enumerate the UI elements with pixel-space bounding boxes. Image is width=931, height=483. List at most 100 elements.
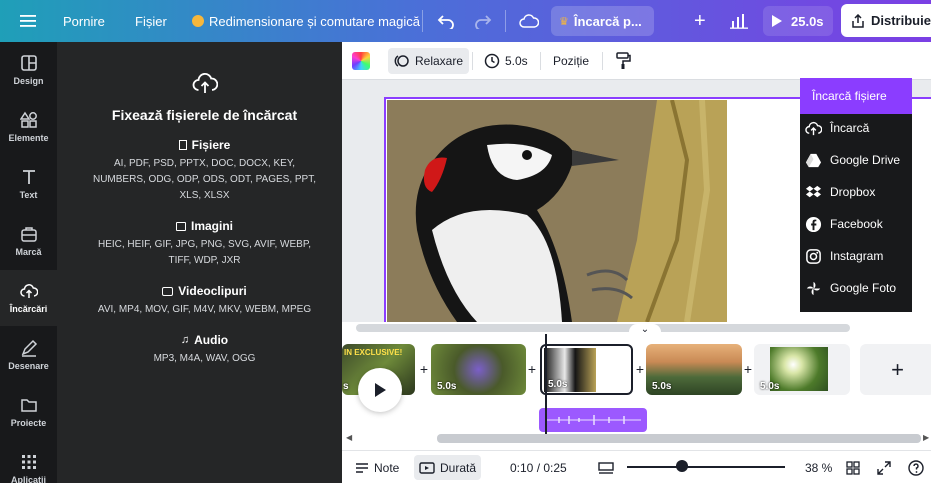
total-duration: 25.0s: [791, 13, 824, 29]
woodpecker-photo[interactable]: [387, 100, 727, 322]
design-title: Încarcă p...: [573, 13, 642, 29]
clip-duration: 5.0s: [437, 381, 457, 392]
notes-button[interactable]: Note: [350, 455, 404, 480]
timeline-scrollbar[interactable]: [437, 434, 921, 443]
undo-icon[interactable]: [437, 0, 455, 42]
duration-toggle-button[interactable]: Durată: [414, 455, 482, 480]
insert-clip-icon[interactable]: +: [416, 361, 432, 377]
divider: [602, 52, 603, 70]
video-icon: [162, 286, 174, 296]
file-menu-button[interactable]: Fișier: [135, 0, 167, 42]
draw-icon: [21, 339, 37, 357]
insights-icon[interactable]: [730, 0, 748, 42]
audio-track[interactable]: [539, 408, 647, 432]
menu-item-label: Dropbox: [830, 185, 876, 199]
play-icon: [772, 15, 782, 27]
fullscreen-icon[interactable]: [872, 455, 896, 480]
menu-item-label: Instagram: [830, 249, 884, 263]
paint-roller-icon[interactable]: [609, 48, 637, 74]
insert-clip-icon[interactable]: +: [524, 361, 540, 377]
grid-view-icon[interactable]: [841, 455, 865, 480]
add-icon[interactable]: +: [694, 0, 706, 42]
animation-icon: [394, 55, 409, 67]
menu-item-label: Încarcă: [830, 121, 870, 135]
menu-item-label: Google Drive: [830, 153, 901, 167]
timeline: ⌄ IN EXCLUSIVE! s + 5.0s + 5.0s + 5.0s +…: [342, 322, 931, 450]
collapse-timeline-icon[interactable]: ⌄: [629, 324, 661, 338]
music-note-icon: ♫: [180, 334, 190, 346]
share-button[interactable]: Distribuie: [841, 4, 931, 37]
drop-zone-title: Fixează fișierele de încărcat: [111, 107, 298, 123]
magic-resize-button[interactable]: Redimensionare și comutare magică: [192, 0, 420, 42]
cloud-sync-icon[interactable]: [519, 0, 539, 42]
menu-icon[interactable]: [14, 0, 42, 42]
animate-button[interactable]: Relaxare: [388, 48, 470, 74]
scroll-right-icon[interactable]: ▶: [923, 433, 929, 442]
folder-icon: [20, 399, 37, 412]
rail-item-text[interactable]: Text: [0, 156, 57, 212]
bottom-bar: Note Durată 0:10 / 0:25 38 %: [342, 450, 931, 483]
dropbox-icon: [805, 185, 822, 197]
playhead[interactable]: [545, 334, 547, 434]
plus-icon: +: [891, 356, 904, 382]
section-files-title: Fișiere: [57, 138, 352, 152]
menu-item-google-drive[interactable]: Google Drive: [800, 146, 912, 174]
timeline-clip-3-selected[interactable]: 5.0s: [540, 344, 633, 395]
rail-item-projects[interactable]: Proiecte: [0, 384, 57, 440]
menu-item-label: Google Foto: [830, 281, 897, 295]
timeline-clip-2[interactable]: 5.0s: [431, 344, 526, 395]
menu-item-dropbox[interactable]: Dropbox: [800, 178, 912, 206]
page-view-icon[interactable]: [593, 455, 619, 480]
upload-icon: [19, 284, 38, 298]
side-nav-rail: Design Elemente Text Marcă Încărcări Des…: [0, 42, 57, 483]
notes-label: Note: [374, 460, 400, 475]
menu-item-google-photos[interactable]: Google Foto: [800, 274, 912, 302]
canvas-scrollbar[interactable]: [356, 324, 850, 332]
image-icon: [175, 221, 186, 231]
menu-item-instagram[interactable]: Instagram: [800, 242, 912, 270]
play-preview-button[interactable]: 25.0s: [763, 6, 833, 36]
rail-item-design[interactable]: Design: [0, 42, 57, 98]
menu-item-upload[interactable]: Încarcă: [800, 114, 912, 142]
rail-item-uploads[interactable]: Încărcări: [0, 270, 57, 326]
rail-label: Proiecte: [10, 418, 47, 428]
apps-icon: [21, 455, 36, 469]
rail-item-brand[interactable]: Marcă: [0, 213, 57, 269]
google-photos-icon: [806, 281, 821, 295]
facebook-icon: [805, 216, 822, 232]
upload-files-button[interactable]: Încarcă fișiere: [800, 78, 912, 114]
help-icon[interactable]: [903, 455, 929, 480]
rail-item-elements[interactable]: Elemente: [0, 99, 57, 155]
cloud-upload-icon: [192, 73, 218, 93]
divider: [505, 10, 506, 32]
google-drive-icon: [805, 153, 822, 167]
drop-zone[interactable]: Fixează fișierele de încărcat Fișiere AI…: [57, 72, 352, 367]
rail-item-draw[interactable]: Desenare: [0, 327, 57, 383]
timeline-play-button[interactable]: [358, 368, 402, 412]
color-picker-button[interactable]: [346, 48, 376, 74]
position-button[interactable]: Poziție: [547, 48, 595, 74]
upload-sources-menu: Încarcă fișiere Încarcă Google Drive Dro…: [800, 78, 912, 312]
share-icon: [852, 13, 864, 28]
duration-label: 5.0s: [505, 54, 528, 68]
add-page-button[interactable]: +: [860, 344, 931, 395]
crown-icon: ♛: [559, 15, 569, 28]
timeline-clip-4[interactable]: 5.0s: [646, 344, 742, 395]
zoom-slider-track[interactable]: [627, 466, 785, 468]
menu-item-facebook[interactable]: Facebook: [800, 210, 912, 238]
section-files-formats: AI, PDF, PSD, PPTX, DOC, DOCX, KEY, NUMB…: [92, 158, 316, 201]
rail-label: Desenare: [8, 361, 49, 371]
uploads-panel: Fixează fișierele de încărcat Fișiere AI…: [57, 42, 342, 483]
zoom-level[interactable]: 38 %: [800, 455, 837, 480]
section-audio-title: ♫ Audio: [180, 333, 229, 347]
zoom-slider-handle[interactable]: [676, 460, 688, 472]
timeline-clip-5[interactable]: 5.0s: [754, 344, 850, 395]
design-title-button[interactable]: ♛ Încarcă p...: [551, 6, 654, 36]
home-button[interactable]: Pornire: [63, 0, 105, 42]
rail-label: Marcă: [15, 247, 42, 257]
rail-item-apps[interactable]: Aplicații: [0, 441, 57, 483]
duration-toggle-label: Durată: [440, 460, 477, 475]
duration-button[interactable]: 5.0s: [478, 48, 534, 74]
redo-icon[interactable]: [474, 0, 492, 42]
scroll-left-icon[interactable]: ◀: [346, 433, 352, 442]
